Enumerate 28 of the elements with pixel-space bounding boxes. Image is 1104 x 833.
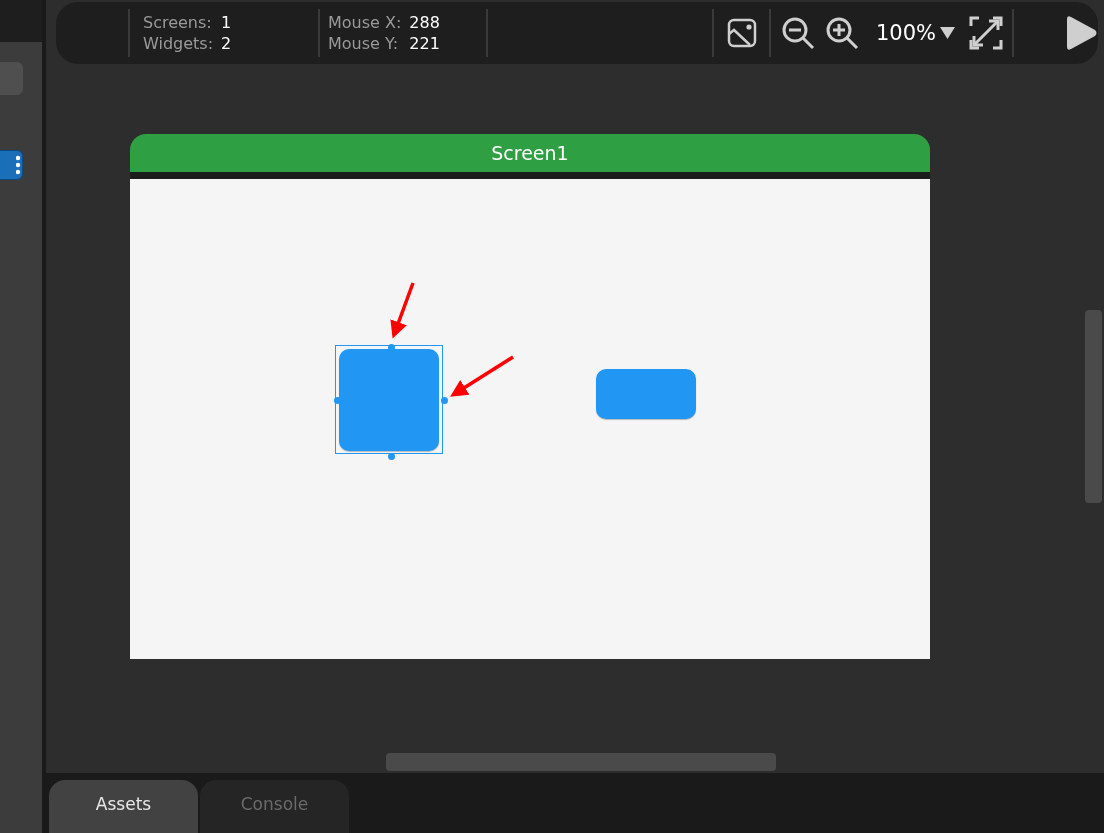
annotation-arrow [450, 355, 514, 397]
vertical-scrollbar[interactable] [1085, 310, 1102, 503]
stat-value: 2 [221, 34, 232, 53]
resize-handle[interactable] [388, 453, 395, 460]
stat-value: 1 [221, 13, 232, 32]
stat-value: 221 [409, 34, 440, 53]
resize-handle[interactable] [388, 344, 395, 351]
stat-label: Screens: [143, 13, 213, 32]
image-icon[interactable] [726, 18, 757, 48]
stat-label: Mouse X: [328, 13, 402, 32]
zoom-level[interactable]: 100% [875, 21, 936, 45]
stat-value: 288 [409, 13, 440, 32]
resize-handle[interactable] [334, 397, 341, 404]
stat-label: Widgets: [143, 34, 214, 53]
resize-handle[interactable] [441, 397, 448, 404]
zoom-out-icon[interactable] [780, 16, 815, 50]
stat-label: Mouse Y: [328, 34, 400, 53]
more-button[interactable] [0, 150, 23, 180]
screen-title: Screen1 [130, 134, 930, 179]
more-icon [16, 155, 22, 175]
side-panel-header [0, 0, 42, 42]
zoom-in-icon[interactable] [824, 16, 859, 50]
panel-tab[interactable]: Assets [49, 780, 198, 833]
annotation-arrow [390, 282, 415, 339]
horizontal-scrollbar[interactable] [386, 753, 776, 771]
fit-screen-icon[interactable] [969, 16, 1003, 50]
play-icon[interactable] [1064, 15, 1098, 51]
caret-icon[interactable] [940, 27, 955, 39]
